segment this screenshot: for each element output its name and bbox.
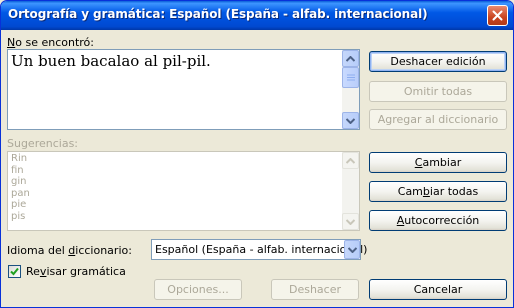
- cancel-button[interactable]: Cancelar: [369, 279, 507, 300]
- grip-icon: [346, 74, 355, 80]
- suggestion-item[interactable]: pis: [11, 211, 30, 223]
- suggestions-list: Rin fin gin pan pie pis: [11, 153, 30, 222]
- suggestion-item[interactable]: gin: [11, 176, 30, 188]
- chevron-down-icon: [346, 218, 355, 225]
- check-grammar-label[interactable]: Revisar gramática: [26, 265, 126, 278]
- not-found-label: No se encontró:: [7, 36, 94, 49]
- change-button[interactable]: Cambiar: [369, 152, 507, 173]
- options-button[interactable]: Opciones...: [154, 279, 242, 300]
- scroll-down-button[interactable]: [342, 213, 359, 230]
- chevron-up-icon: [346, 55, 355, 62]
- scroll-up-button[interactable]: [342, 152, 359, 169]
- undo-edit-button[interactable]: Deshacer edición: [369, 51, 507, 72]
- autocorrect-button[interactable]: Autocorrección: [369, 210, 507, 231]
- spelling-grammar-dialog: Ortografía y gramática: Español (España …: [0, 0, 514, 308]
- dropdown-button[interactable]: [344, 240, 360, 259]
- chevron-up-icon: [346, 157, 355, 164]
- not-found-textarea[interactable]: Un buen bacalao al pil-pil.: [7, 49, 360, 130]
- chevron-down-icon: [346, 117, 355, 124]
- dictionary-language-select[interactable]: Español (España - alfab. internacional): [151, 239, 367, 260]
- not-found-text[interactable]: Un buen bacalao al pil-pil.: [11, 52, 211, 70]
- dictionary-language-value: Español (España - alfab. internacional): [155, 243, 368, 256]
- scroll-up-button[interactable]: [342, 50, 359, 67]
- close-icon: [492, 10, 503, 21]
- suggestion-item[interactable]: Rin: [11, 153, 30, 165]
- scroll-thumb[interactable]: [342, 67, 359, 88]
- suggestions-listbox[interactable]: Rin fin gin pan pie pis: [7, 151, 360, 231]
- scroll-down-button[interactable]: [342, 112, 359, 129]
- check-grammar-checkbox[interactable]: [8, 265, 21, 278]
- chevron-down-icon: [347, 246, 357, 253]
- close-button[interactable]: [487, 5, 508, 26]
- not-found-scrollbar[interactable]: [342, 50, 359, 129]
- suggestion-item[interactable]: pan: [11, 188, 30, 200]
- suggestions-label: Sugerencias:: [7, 137, 79, 150]
- window-title: Ortografía y gramática: Español (España …: [8, 7, 428, 21]
- add-to-dictionary-button[interactable]: Agregar al diccionario: [369, 109, 507, 130]
- title-bar[interactable]: Ortografía y gramática: Español (España …: [1, 1, 513, 30]
- suggestion-item[interactable]: pie: [11, 199, 30, 211]
- change-all-button[interactable]: Cam b iar todas: [369, 181, 507, 202]
- dictionary-language-label: Idioma del diccionario:: [7, 244, 132, 257]
- suggestions-scrollbar[interactable]: [342, 152, 359, 230]
- suggestion-item[interactable]: fin: [11, 165, 30, 177]
- undo-button[interactable]: Deshacer: [271, 279, 359, 300]
- checkmark-icon: [10, 267, 19, 276]
- ignore-all-button[interactable]: Omitir todas: [369, 81, 507, 102]
